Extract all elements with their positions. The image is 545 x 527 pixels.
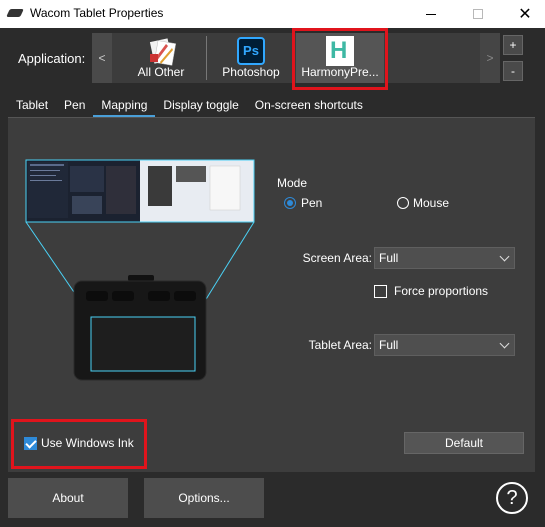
chevron-down-icon — [499, 251, 510, 262]
highlight-box — [11, 419, 147, 469]
mode-mouse-radio[interactable] — [397, 197, 409, 209]
screen-area-value: Full — [379, 251, 399, 265]
mode-pen-label[interactable]: Pen — [301, 196, 322, 210]
mode-label: Mode — [277, 176, 308, 190]
help-icon[interactable]: ? — [496, 482, 528, 514]
chevron-down-icon — [499, 338, 510, 349]
tablet-illustration — [73, 275, 207, 381]
about-button[interactable]: About — [8, 478, 128, 518]
mode-pen-radio[interactable] — [284, 197, 296, 209]
screen-area-label: Screen Area: — [302, 251, 372, 265]
force-proportions-checkbox[interactable] — [374, 285, 387, 298]
force-proportions-label[interactable]: Force proportions — [394, 284, 488, 298]
tablet-area-label: Tablet Area: — [308, 338, 372, 352]
screen-area-select[interactable]: Full — [374, 247, 515, 269]
tablet-area-select[interactable]: Full — [374, 334, 515, 356]
mode-mouse-label[interactable]: Mouse — [413, 196, 449, 210]
monitor-preview — [25, 159, 255, 223]
tablet-area-value: Full — [379, 338, 399, 352]
highlight-box — [292, 28, 388, 90]
default-button[interactable]: Default — [404, 432, 524, 454]
options-button[interactable]: Options... — [144, 478, 264, 518]
